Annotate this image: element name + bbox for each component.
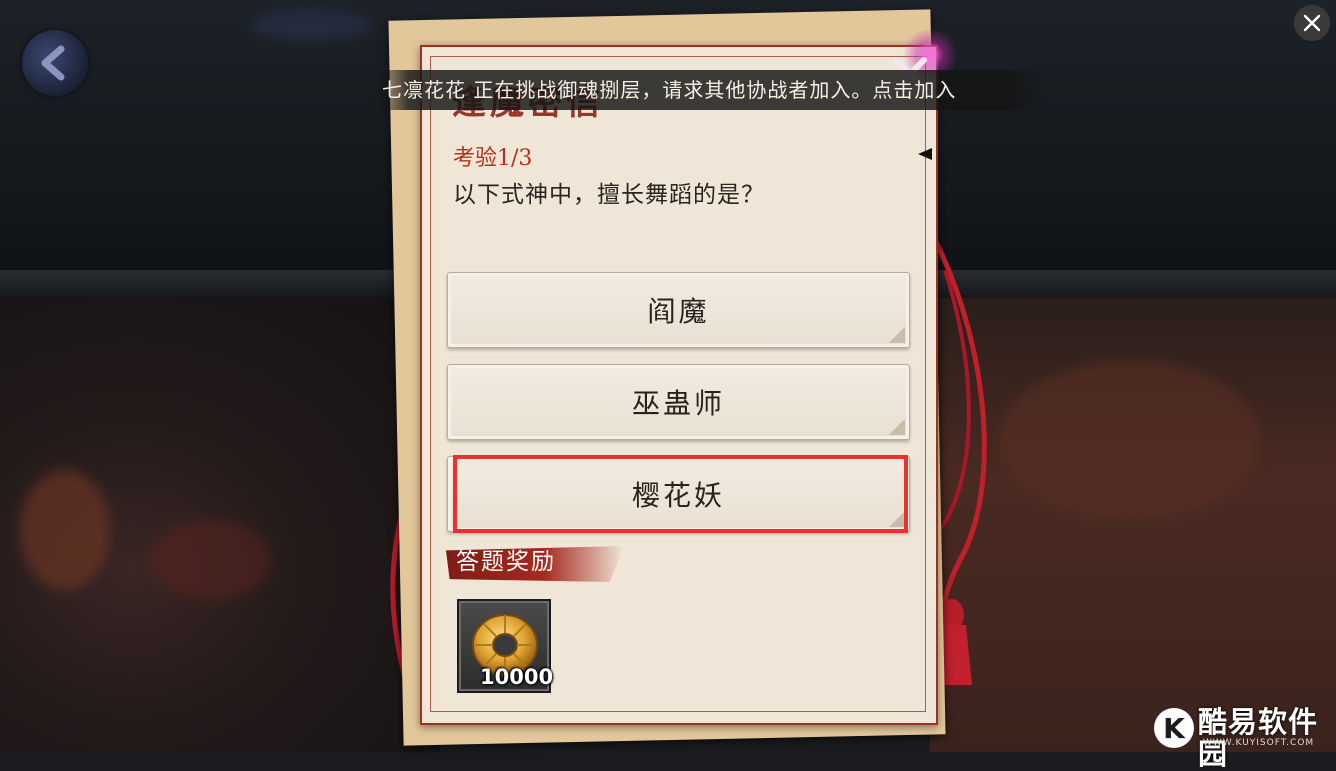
broadcast-message: 七凛花花 正在挑战御魂捌层，请求其他协战者加入。点击加入 <box>382 78 957 102</box>
answer-option-2[interactable]: 巫蛊师 <box>447 364 910 440</box>
broadcast-banner[interactable]: 七凛花花 正在挑战御魂捌层，请求其他协战者加入。点击加入 <box>368 70 1048 110</box>
close-icon <box>1303 14 1321 32</box>
background-blob <box>250 10 370 40</box>
watermark-url: WWW.KUYISOFT.COM <box>1203 738 1315 748</box>
back-button[interactable] <box>22 30 88 96</box>
back-arrow-icon <box>41 45 65 81</box>
answer-label: 樱花妖 <box>631 479 725 512</box>
page-curl <box>889 511 905 527</box>
answer-label: 阎魔 <box>647 295 710 328</box>
background-blob <box>1000 360 1260 520</box>
reward-count: 10000 <box>480 665 554 689</box>
watermark-logo: K <box>1154 708 1194 748</box>
quiz-question: 以下式神中，擅长舞蹈的是？ <box>453 182 765 208</box>
quiz-progress: 考验1/3 <box>453 146 533 171</box>
background-blob <box>20 470 110 590</box>
close-button[interactable] <box>1294 5 1330 41</box>
reward-header: 答题奖励 <box>456 549 556 575</box>
card-pointer <box>918 148 932 160</box>
answer-option-3[interactable]: 樱花妖 <box>447 456 910 532</box>
page-curl <box>889 419 905 435</box>
answer-label: 巫蛊师 <box>631 387 725 420</box>
page-curl <box>889 327 905 343</box>
background-blob <box>150 520 270 600</box>
answer-option-1[interactable]: 阎魔 <box>447 272 910 348</box>
